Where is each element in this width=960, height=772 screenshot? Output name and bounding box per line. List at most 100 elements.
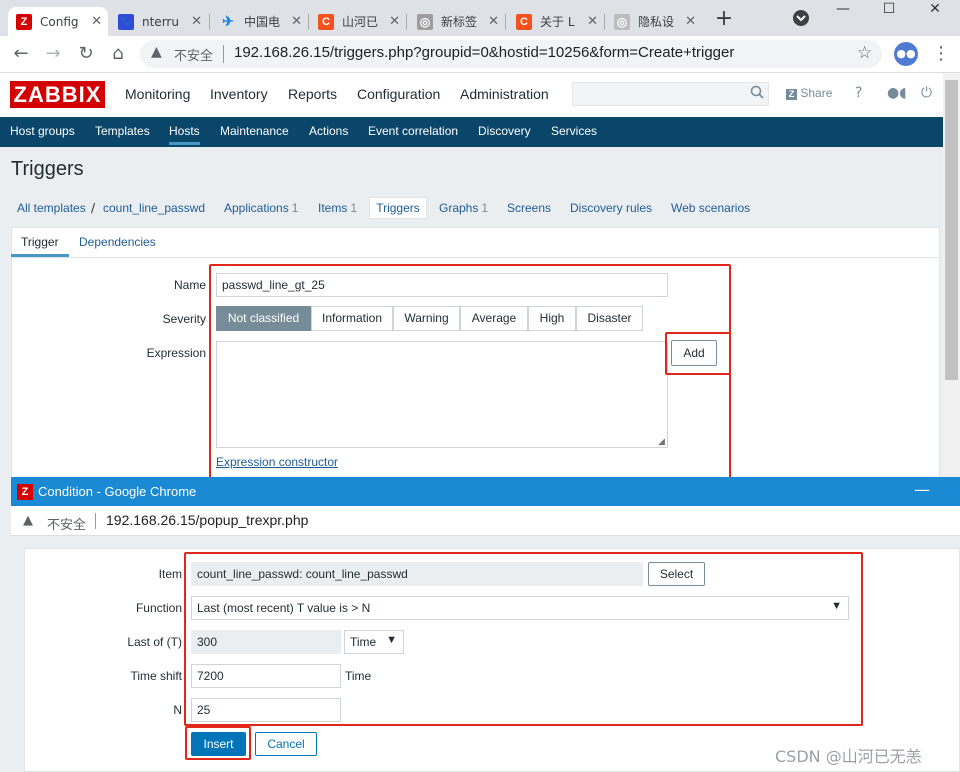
minimize-icon[interactable]: —: [914, 480, 930, 499]
cancel-button[interactable]: Cancel: [255, 732, 317, 756]
breadcrumb-web-scenarios[interactable]: Web scenarios: [671, 201, 750, 215]
items-count: 1: [350, 201, 358, 215]
tab-separator: [505, 14, 506, 30]
csdn-favicon-icon: C: [516, 13, 532, 30]
nav-reports[interactable]: Reports: [288, 86, 337, 102]
nav-administration[interactable]: Administration: [460, 86, 549, 102]
close-icon[interactable]: ✕: [587, 14, 598, 29]
nav-monitoring[interactable]: Monitoring: [125, 86, 190, 102]
browser-tab-3[interactable]: ✈ 中国电 ✕: [212, 7, 308, 36]
breadcrumb-discovery-rules[interactable]: Discovery rules: [570, 201, 652, 215]
nav-configuration[interactable]: Configuration: [357, 86, 440, 102]
name-label: Name: [173, 278, 206, 292]
browser-tab-6[interactable]: C 关于 L ✕: [508, 7, 604, 36]
reload-icon[interactable]: ↻: [73, 41, 99, 67]
highlight-box-condition: [184, 552, 863, 726]
close-icon[interactable]: ✕: [191, 14, 202, 29]
highlight-box-insert: [185, 726, 251, 760]
tab-dependencies[interactable]: Dependencies: [79, 235, 156, 249]
subnav-host-groups[interactable]: Host groups: [10, 124, 75, 138]
tab-label: 中国电: [244, 15, 281, 29]
share-button[interactable]: Z Share: [786, 86, 832, 100]
profile-avatar-icon[interactable]: ●●: [894, 42, 918, 66]
close-icon[interactable]: ✕: [488, 14, 499, 29]
n-label: N: [173, 703, 182, 717]
share-icon: Z: [786, 89, 797, 100]
warning-icon[interactable]: ▲: [151, 44, 162, 60]
forward-icon[interactable]: →: [40, 41, 66, 67]
maximize-icon[interactable]: ☐: [866, 2, 912, 16]
breadcrumb-triggers[interactable]: Triggers: [369, 197, 427, 219]
tab-separator: [604, 14, 605, 30]
not-secure-label[interactable]: 不安全: [174, 45, 213, 64]
breadcrumb-screens[interactable]: Screens: [507, 201, 551, 215]
global-search-input[interactable]: [572, 82, 769, 106]
browser-tab-2[interactable]: 🐾 nterru ✕: [110, 7, 208, 36]
address-divider: [95, 513, 96, 529]
zabbix-favicon-icon: Z: [16, 13, 32, 30]
csdn-favicon-icon: C: [318, 13, 334, 30]
graphs-count: 1: [481, 201, 489, 215]
globe-favicon-icon: ◎: [614, 13, 630, 30]
close-icon[interactable]: ✕: [685, 14, 696, 29]
tab-search-icon[interactable]: [793, 10, 809, 26]
home-icon[interactable]: ⌂: [105, 41, 131, 67]
tab-label: nterru: [142, 14, 179, 29]
close-icon[interactable]: ✕: [389, 14, 400, 29]
item-label: Item: [158, 567, 182, 581]
close-icon[interactable]: ✕: [91, 14, 102, 29]
function-label: Function: [135, 601, 182, 615]
address-divider: [223, 45, 224, 63]
breadcrumb-template[interactable]: count_line_passwd: [103, 201, 205, 215]
back-icon[interactable]: ←: [8, 41, 34, 67]
new-tab-button[interactable]: +: [713, 6, 735, 31]
form-tabs-divider: [11, 257, 940, 258]
breadcrumb-applications[interactable]: Applications 1: [224, 201, 298, 215]
subnav-actions[interactable]: Actions: [309, 124, 348, 138]
last-of-label: Last of (T): [127, 635, 182, 649]
search-icon[interactable]: [750, 85, 764, 103]
breadcrumb-all-templates[interactable]: All templates: [17, 201, 86, 215]
breadcrumb-items[interactable]: Items 1: [318, 201, 357, 215]
browser-tab-5[interactable]: ◎ 新标签 ✕: [409, 7, 505, 36]
items-label: Items: [318, 201, 348, 215]
url-text[interactable]: 192.168.26.15/triggers.php?groupid=0&hos…: [234, 44, 734, 61]
help-icon[interactable]: ?: [855, 85, 862, 101]
zabbix-logo[interactable]: ZABBIX: [10, 81, 105, 108]
subnav-templates[interactable]: Templates: [95, 124, 150, 138]
tab-trigger[interactable]: Trigger: [11, 235, 69, 257]
severity-label: Severity: [162, 312, 206, 326]
nav-inventory[interactable]: Inventory: [210, 86, 268, 102]
subnav-discovery[interactable]: Discovery: [478, 124, 531, 138]
tab-label: 关于 L: [540, 15, 575, 29]
subnav-services[interactable]: Services: [551, 124, 597, 138]
browser-tab-4[interactable]: C 山河已 ✕: [310, 7, 406, 36]
user-profile-icon[interactable]: ●◖: [887, 85, 907, 101]
share-label: Share: [800, 86, 833, 100]
tab-label: 山河已: [342, 15, 379, 29]
subnav-hosts[interactable]: Hosts: [169, 124, 200, 145]
browser-tab-7[interactable]: ◎ 隐私设 ✕: [606, 7, 702, 36]
scrollbar-thumb[interactable]: [945, 80, 958, 380]
subnav-maintenance[interactable]: Maintenance: [220, 124, 289, 138]
minimize-icon[interactable]: —: [820, 2, 866, 16]
popup-url-text[interactable]: 192.168.26.15/popup_trexpr.php: [106, 512, 308, 528]
tab-separator: [209, 14, 210, 30]
tab-separator: [406, 14, 407, 30]
csdn-watermark: CSDN @山河已无恙: [775, 747, 922, 766]
sign-out-icon[interactable]: ⏻: [921, 85, 932, 101]
tab-label: 隐私设: [638, 15, 675, 29]
time-shift-label: Time shift: [130, 669, 182, 683]
browser-tab-config[interactable]: Z Config ✕: [8, 7, 108, 36]
window-close-icon[interactable]: ✕: [912, 2, 958, 16]
breadcrumb-graphs[interactable]: Graphs 1: [439, 201, 488, 215]
bookmark-star-icon[interactable]: ☆: [857, 43, 872, 63]
warning-icon[interactable]: ▲: [23, 513, 33, 528]
close-icon[interactable]: ✕: [291, 14, 302, 29]
highlight-box-form: [209, 264, 731, 482]
browser-menu-icon[interactable]: ⋮: [932, 43, 950, 64]
subnav-event-correlation[interactable]: Event correlation: [368, 124, 458, 138]
not-secure-label[interactable]: 不安全: [47, 514, 86, 533]
globe-favicon-icon: ◎: [417, 13, 433, 30]
graphs-label: Graphs: [439, 201, 479, 215]
